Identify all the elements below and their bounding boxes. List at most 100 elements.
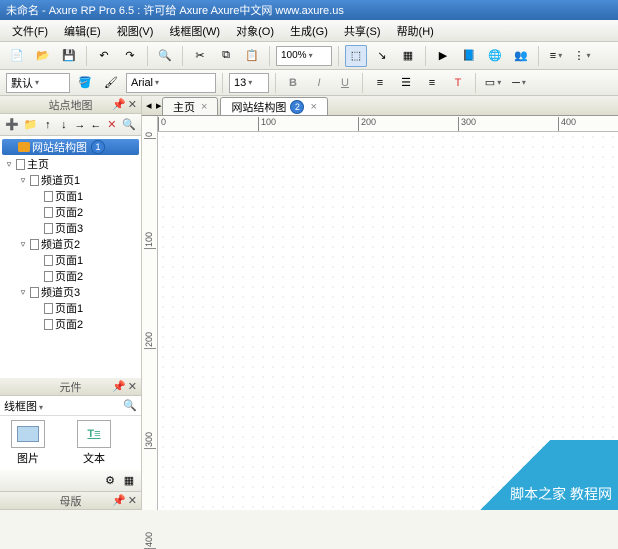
pin-icon[interactable]: 📌 — [112, 98, 126, 111]
style-select[interactable]: 默认 — [6, 73, 70, 93]
undo-icon[interactable]: ↶ — [93, 45, 115, 67]
sitemap-item[interactable]: 页面2 — [0, 316, 141, 332]
select-mode-icon[interactable]: ⬚ — [345, 45, 367, 67]
tab-close-icon[interactable]: × — [201, 101, 207, 113]
spec-icon[interactable]: 📘 — [458, 45, 480, 67]
preview-icon[interactable]: ▶ — [432, 45, 454, 67]
sitemap-item[interactable]: 页面1 — [0, 188, 141, 204]
menu-share[interactable]: 共享(S) — [336, 20, 389, 41]
connect-icon[interactable]: ↘ — [371, 45, 393, 67]
fill-icon[interactable]: 🪣 — [74, 72, 96, 94]
toggle-icon[interactable]: ▿ — [18, 287, 28, 297]
wireframe-dropdown[interactable]: 线框图 — [0, 398, 47, 414]
cut-icon[interactable]: ✂ — [189, 45, 211, 67]
toggle-icon[interactable] — [32, 319, 42, 329]
publish-icon[interactable]: 🌐 — [484, 45, 506, 67]
menu-file[interactable]: 文件(F) — [4, 20, 56, 41]
open-icon[interactable]: 📂 — [32, 45, 54, 67]
menu-view[interactable]: 视图(V) — [109, 20, 162, 41]
line-icon[interactable]: ─ — [508, 72, 530, 94]
tab-label: 网站结构图 — [231, 99, 286, 115]
toggle-icon[interactable]: ▿ — [4, 159, 14, 169]
share-icon[interactable]: 👥 — [510, 45, 532, 67]
sitemap-item[interactable]: ▿频道页2 — [0, 236, 141, 252]
move-up-icon[interactable]: ↑ — [41, 117, 54, 133]
toggle-icon[interactable] — [32, 303, 42, 313]
masters-panel-header: 母版 📌✕ — [0, 492, 141, 510]
distribute-icon[interactable]: ⋮ — [571, 45, 593, 67]
sitemap-item[interactable]: 网站结构图1 — [2, 139, 139, 155]
sitemap-item[interactable]: ▿频道页3 — [0, 284, 141, 300]
close-icon[interactable]: ✕ — [128, 494, 137, 507]
ruler-tick: 200 — [358, 117, 376, 131]
menu-generate[interactable]: 生成(G) — [282, 20, 336, 41]
toggle-icon[interactable] — [32, 271, 42, 281]
toggle-icon[interactable]: ▿ — [18, 239, 28, 249]
menu-help[interactable]: 帮助(H) — [389, 20, 442, 41]
sitemap-item[interactable]: 页面2 — [0, 204, 141, 220]
border-icon[interactable]: ▭ — [482, 72, 504, 94]
toggle-icon[interactable] — [32, 255, 42, 265]
search-icon[interactable]: 🔍 — [121, 117, 137, 133]
save-icon[interactable]: 💾 — [58, 45, 80, 67]
align-icon[interactable]: ≡ — [545, 45, 567, 67]
page-icon — [44, 223, 53, 234]
toggle-icon[interactable] — [6, 142, 16, 152]
sitemap-item[interactable]: ▿主页 — [0, 156, 141, 172]
document-tab[interactable]: 主页× — [162, 97, 218, 115]
align-right-icon[interactable]: ≡ — [421, 72, 443, 94]
sitemap-item[interactable]: 页面1 — [0, 300, 141, 316]
widget-grid-icon[interactable]: ▦ — [121, 473, 137, 489]
menu-object[interactable]: 对象(O) — [228, 20, 282, 41]
tab-close-icon[interactable]: × — [310, 101, 316, 113]
menu-edit[interactable]: 编辑(E) — [56, 20, 109, 41]
copy-icon[interactable]: ⧉ — [215, 45, 237, 67]
document-tab[interactable]: 网站结构图2× — [220, 97, 327, 115]
outdent-icon[interactable]: ← — [89, 117, 102, 133]
toggle-icon[interactable] — [32, 207, 42, 217]
sitemap-item[interactable]: 页面2 — [0, 268, 141, 284]
toggle-icon[interactable]: ▿ — [18, 175, 28, 185]
close-icon[interactable]: ✕ — [128, 98, 137, 111]
widget-item[interactable]: 图片 — [4, 420, 52, 466]
toggle-icon[interactable] — [32, 223, 42, 233]
ruler-tick: 0 — [144, 132, 156, 139]
zoom-select[interactable]: 100% — [276, 46, 332, 66]
menu-wireframe[interactable]: 线框图(W) — [161, 20, 228, 41]
widget-library-select[interactable]: 线框图 🔍 — [0, 396, 141, 416]
underline-button[interactable]: U — [334, 72, 356, 94]
tab-scroll-left-icon[interactable]: ◂ — [146, 99, 152, 112]
watermark-text: 脚本之家 教程网 — [510, 484, 612, 504]
align-left-icon[interactable]: ≡ — [369, 72, 391, 94]
sitemap-icon — [18, 142, 30, 152]
paste-icon[interactable]: 📋 — [241, 45, 263, 67]
close-icon[interactable]: ✕ — [128, 380, 137, 393]
text-color-icon[interactable]: T — [447, 72, 469, 94]
font-select[interactable]: Arial — [126, 73, 216, 93]
italic-button[interactable]: I — [308, 72, 330, 94]
document-tabs: ◂ ▸ 主页×网站结构图2× — [142, 96, 618, 116]
delete-icon[interactable]: ✕ — [105, 117, 118, 133]
sitemap-item[interactable]: 页面1 — [0, 252, 141, 268]
redo-icon[interactable]: ↷ — [119, 45, 141, 67]
group-icon[interactable]: ▦ — [397, 45, 419, 67]
add-page-icon[interactable]: ➕ — [4, 117, 20, 133]
move-down-icon[interactable]: ↓ — [57, 117, 70, 133]
widget-item[interactable]: T≡文本 — [70, 420, 118, 466]
sitemap-item[interactable]: 页面3 — [0, 220, 141, 236]
indent-icon[interactable]: → — [73, 117, 86, 133]
bold-button[interactable]: B — [282, 72, 304, 94]
toggle-icon[interactable] — [32, 191, 42, 201]
new-icon[interactable]: 📄 — [6, 45, 28, 67]
format-painter-icon[interactable]: 🖌 — [100, 72, 122, 94]
sitemap-item[interactable]: ▿频道页1 — [0, 172, 141, 188]
add-folder-icon[interactable]: 📁 — [23, 117, 39, 133]
search-icon[interactable]: 🔍 — [119, 399, 141, 412]
fontsize-select[interactable]: 13 — [229, 73, 269, 93]
widget-opt-icon[interactable]: ⚙ — [102, 473, 118, 489]
align-center-icon[interactable]: ☰ — [395, 72, 417, 94]
pin-icon[interactable]: 📌 — [112, 494, 126, 507]
find-icon[interactable]: 🔍 — [154, 45, 176, 67]
pin-icon[interactable]: 📌 — [112, 380, 126, 393]
tab-scroll-right-icon[interactable]: ▸ — [156, 99, 162, 112]
